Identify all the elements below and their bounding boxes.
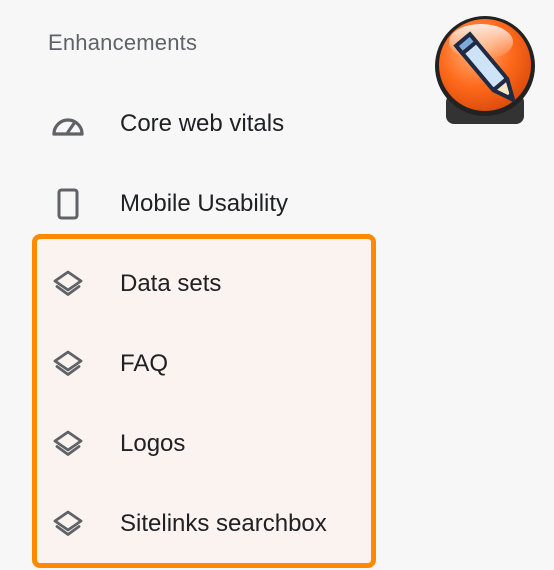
nav-item-label: Mobile Usability <box>120 190 289 217</box>
nav-item-faq[interactable]: FAQ <box>0 336 420 392</box>
nav-item-label: Data sets <box>120 270 222 297</box>
pencil-badge-logo <box>435 16 535 124</box>
nav-item-logos[interactable]: Logos <box>0 416 420 472</box>
nav-item-sitelinks-searchbox[interactable]: Sitelinks searchbox <box>0 496 420 552</box>
layers-icon <box>48 426 88 462</box>
layers-icon <box>48 506 88 542</box>
layers-icon <box>48 266 88 302</box>
nav-item-label: FAQ <box>120 350 169 377</box>
section-title-enhancements: Enhancements <box>48 30 198 55</box>
nav-item-label: Core web vitals <box>120 110 285 137</box>
nav-item-core-web-vitals[interactable]: Core web vitals <box>0 96 420 152</box>
nav-item-label: Sitelinks searchbox <box>120 510 327 537</box>
nav-item-data-sets[interactable]: Data sets <box>0 256 420 312</box>
nav-item-label: Logos <box>120 430 186 457</box>
nav-item-mobile-usability[interactable]: Mobile Usability <box>0 176 420 232</box>
layers-icon <box>48 346 88 382</box>
speedometer-icon <box>48 106 88 142</box>
smartphone-icon <box>48 186 88 222</box>
